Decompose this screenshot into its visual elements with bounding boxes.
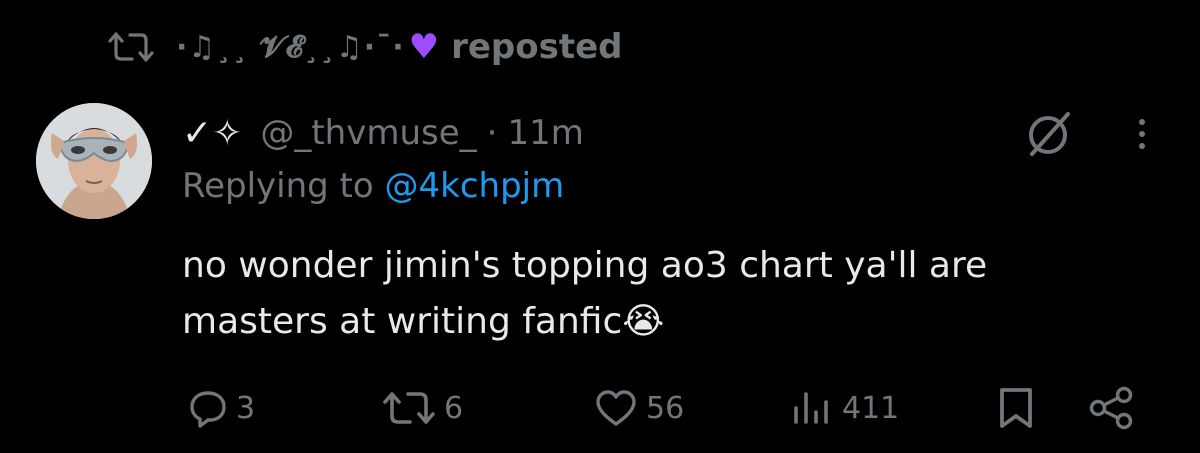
more-dot: [1139, 119, 1145, 125]
tweet-text-line-2: masters at writing fanfic😭: [182, 294, 1142, 350]
replying-to: Replying to @4kchpjm: [182, 166, 564, 206]
like-button[interactable]: 56: [594, 378, 684, 438]
reply-icon: [190, 391, 226, 428]
like-count: 56: [646, 390, 685, 426]
repost-icon: [108, 32, 154, 62]
tweet-text-line: no wonder jimin's topping ao3 chart ya'l…: [182, 245, 988, 286]
views-icon: [794, 392, 828, 424]
like-icon: [596, 390, 636, 426]
display-name[interactable]: ✓✧: [182, 113, 242, 154]
repost-context[interactable]: ·♫¸¸ 𝓥𝓔¸¸♫·¯· ♥ reposted: [108, 22, 623, 72]
avatar[interactable]: [36, 103, 152, 219]
replying-handle-link[interactable]: @4kchpjm: [385, 166, 565, 206]
reposter-name[interactable]: ·♫¸¸ 𝓥𝓔¸¸♫·¯·: [176, 30, 405, 65]
retweet-icon: [383, 392, 435, 424]
more-dot: [1139, 143, 1145, 149]
tweet-header: ✓✧ @_thvmuse_ · 11m: [182, 108, 584, 158]
tweet-text: no wonder jimin's topping ao3 chart ya'l…: [182, 238, 1142, 350]
bookmark-button[interactable]: [996, 378, 1044, 438]
repost-label: reposted: [451, 27, 623, 67]
views-button[interactable]: 411: [790, 378, 899, 438]
replying-prefix: Replying to: [182, 166, 385, 206]
action-bar: 3 6 56 411: [182, 378, 1142, 438]
reply-button[interactable]: 3: [188, 378, 255, 438]
purple-heart-icon: ♥: [408, 27, 440, 67]
share-button[interactable]: [1088, 378, 1142, 438]
separator-dot: ·: [486, 113, 498, 153]
bookmark-icon: [1000, 388, 1032, 428]
timestamp[interactable]: 11m: [507, 113, 583, 153]
crying-emoji: 😭: [622, 301, 665, 342]
views-count: 411: [842, 390, 900, 426]
tweet-text-line: masters at writing fanfic: [182, 301, 623, 342]
more-dot: [1139, 131, 1145, 137]
retweet-button[interactable]: 6: [382, 378, 463, 438]
share-icon: [1089, 386, 1133, 430]
grok-icon[interactable]: [1024, 108, 1076, 160]
retweet-count: 6: [444, 390, 464, 426]
reply-count: 3: [236, 390, 256, 426]
user-handle[interactable]: @_thvmuse_: [260, 113, 476, 153]
more-icon[interactable]: [1124, 108, 1160, 160]
